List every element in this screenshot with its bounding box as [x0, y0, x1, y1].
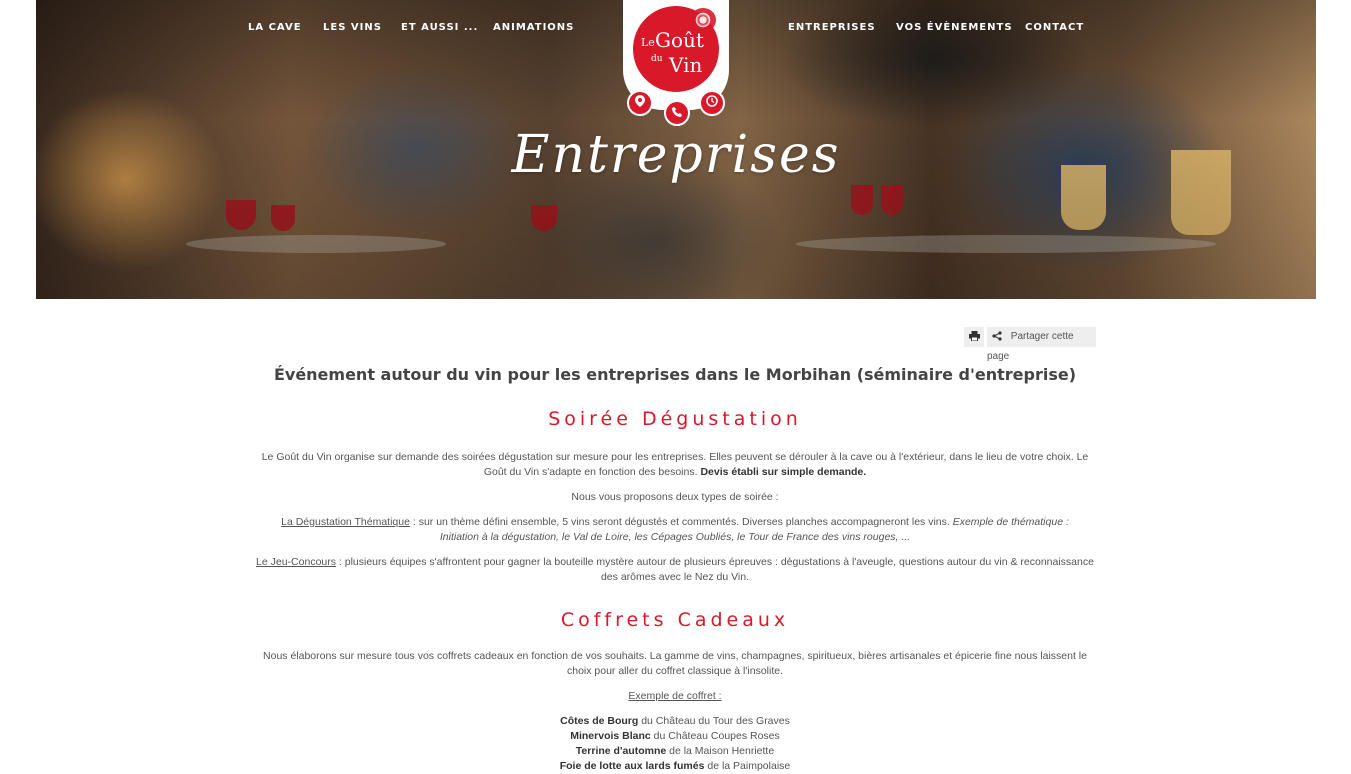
- list-item: Minervois Blanc du Château Coupes Roses: [570, 730, 780, 742]
- page-subtitle: Événement autour du vin pour les entrepr…: [273, 365, 1077, 384]
- print-button[interactable]: [964, 327, 984, 347]
- paragraph: La Dégustation Thématique : sur un thème…: [281, 516, 1069, 543]
- list-item: Foie de lotte aux lards fumés de la Paim…: [559, 760, 791, 772]
- main-content: Événement autour du vin pour les entrepr…: [254, 362, 1096, 774]
- section-title: Coffrets Cadeaux: [560, 609, 790, 631]
- logo-text: Vin: [669, 53, 703, 77]
- logo-text: du: [651, 54, 663, 64]
- nav-entreprises[interactable]: ENTREPRISES: [788, 22, 876, 36]
- list-item: Terrine d'automne de la Maison Henriette: [575, 745, 775, 757]
- nav-la-cave[interactable]: LA CAVE: [248, 22, 302, 36]
- degustation-thematique-link[interactable]: La Dégustation Thématique: [281, 516, 410, 528]
- location-icon[interactable]: [627, 90, 653, 116]
- nav-et-aussi[interactable]: ET AUSSI ...: [401, 22, 478, 36]
- logo-text: Goût: [655, 28, 704, 52]
- grape-decor-icon: [690, 8, 716, 32]
- nav-animations[interactable]: ANIMATIONS: [493, 22, 574, 36]
- print-icon: [968, 331, 980, 342]
- clock-icon[interactable]: [699, 90, 725, 116]
- hero-title: Entreprises: [511, 125, 841, 185]
- share-button[interactable]: Partager cette page: [987, 327, 1096, 362]
- paragraph: Nous vous proposons deux types de soirée…: [571, 491, 779, 503]
- paragraph: Le Jeu-Concours : plusieurs équipes s'af…: [256, 556, 1094, 583]
- jeu-concours-link[interactable]: Le Jeu-Concours: [256, 556, 336, 568]
- nav-vos-evenements[interactable]: VOS ÉVÈNEMENTS: [896, 22, 1013, 36]
- share-icon: [992, 331, 1002, 341]
- list-item: Côtes de Bourg du Château du Tour des Gr…: [560, 715, 790, 727]
- nav-les-vins[interactable]: LES VINS: [323, 22, 382, 36]
- nav-contact[interactable]: CONTACT: [1025, 22, 1084, 36]
- logo-text: Le: [641, 36, 655, 49]
- paragraph: Nous élaborons sur mesure tous vos coffr…: [263, 650, 1087, 677]
- phone-icon[interactable]: [664, 100, 690, 126]
- example-label: Exemple de coffret :: [628, 690, 722, 702]
- section-title: Soirée Dégustation: [548, 408, 802, 430]
- paragraph: Le Goût du Vin organise sur demande des …: [261, 451, 1089, 478]
